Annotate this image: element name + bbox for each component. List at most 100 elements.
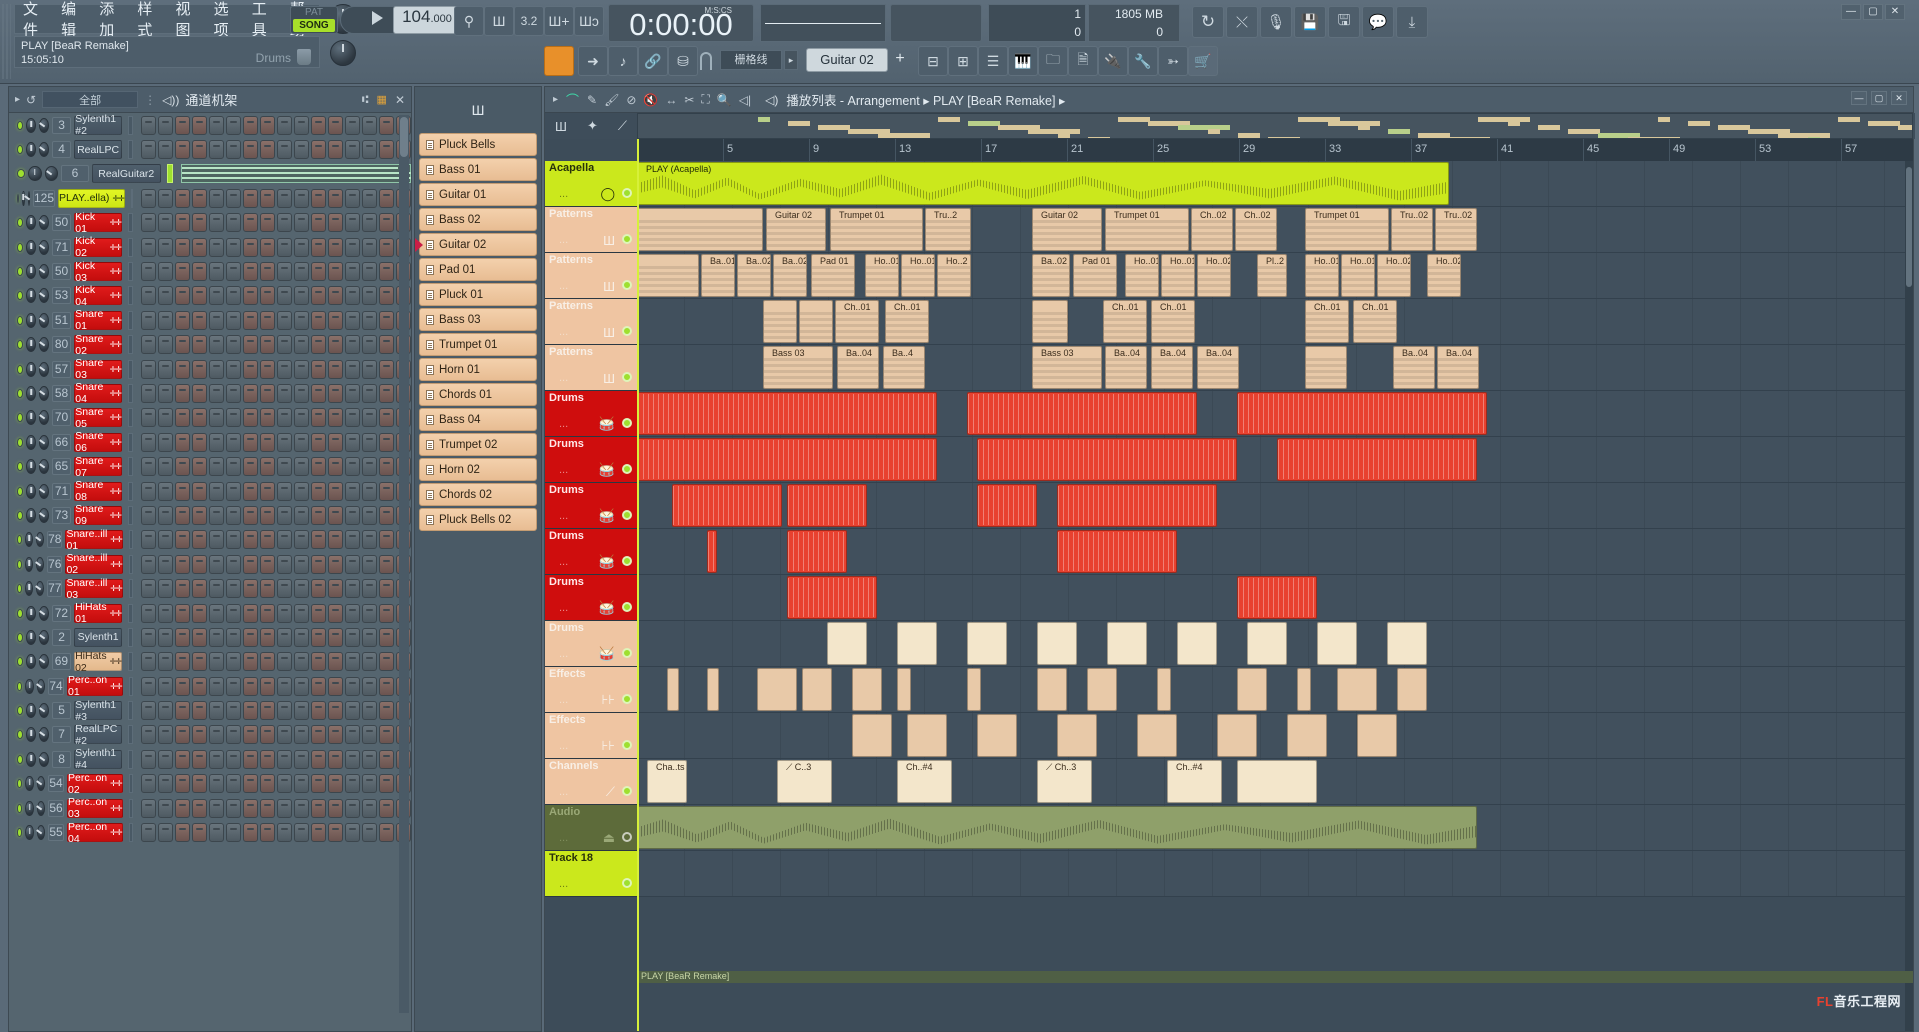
playlist-track[interactable]: Audio... ⏏: [545, 805, 1913, 851]
playlist-clip[interactable]: [1287, 714, 1327, 757]
playlist-clip[interactable]: [637, 254, 699, 297]
breadcrumb[interactable]: 播放列表 - Arrangement ▸ PLAY [BeaR Remake] …: [786, 90, 1065, 109]
playlist-clip[interactable]: ⟋ C..3: [777, 760, 832, 803]
channel-selector[interactable]: [127, 335, 133, 355]
playlist-clip[interactable]: Ho..02: [1197, 254, 1231, 297]
playlist-clip[interactable]: [707, 668, 719, 711]
playlist-track[interactable]: Drums... 🥁: [545, 621, 1913, 667]
channel-selector[interactable]: [127, 481, 133, 501]
channel-pan-knob[interactable]: [36, 800, 45, 816]
channel-row[interactable]: 55 Perc..on 04 ✛✛: [9, 820, 411, 845]
pattern-item[interactable]: Chords 02: [419, 483, 537, 506]
playlist-clip[interactable]: [667, 668, 679, 711]
step-button[interactable]: [242, 701, 258, 721]
step-button[interactable]: [157, 798, 173, 818]
step-button[interactable]: [327, 432, 343, 452]
step-button[interactable]: [242, 676, 258, 696]
playlist-clip[interactable]: Ch..#4: [897, 760, 952, 803]
step-button[interactable]: [242, 359, 258, 379]
channel-volume-knob[interactable]: [26, 727, 37, 743]
step-button[interactable]: [310, 676, 326, 696]
playlist-clip[interactable]: Ho..01: [865, 254, 899, 297]
step-button[interactable]: [310, 408, 326, 428]
step-button[interactable]: [259, 335, 275, 355]
step-button[interactable]: [157, 115, 173, 135]
step-button[interactable]: [378, 505, 394, 525]
step-button[interactable]: [174, 554, 190, 574]
pattern-item[interactable]: Bass 03: [419, 308, 537, 331]
track-header[interactable]: Drums... 🥁: [545, 391, 637, 437]
channel-mixer-number[interactable]: 71: [51, 482, 72, 500]
step-button[interactable]: [208, 237, 224, 257]
step-sequence[interactable]: [140, 237, 411, 257]
step-button[interactable]: [242, 481, 258, 501]
step-sequence[interactable]: [140, 749, 411, 769]
zoom-icon[interactable]: 🔍: [717, 93, 732, 107]
step-button[interactable]: [277, 652, 292, 672]
step-sequence[interactable]: [140, 408, 411, 428]
playlist-track[interactable]: Drums... 🥁: [545, 391, 1913, 437]
playlist-clip[interactable]: [1305, 346, 1347, 389]
step-sequence[interactable]: [140, 701, 411, 721]
step-button[interactable]: [345, 603, 360, 623]
step-button[interactable]: [276, 774, 292, 794]
step-button[interactable]: [174, 530, 190, 550]
step-button[interactable]: [361, 579, 377, 599]
playlist-clip[interactable]: [897, 622, 937, 665]
step-button[interactable]: [140, 749, 156, 769]
channel-selector[interactable]: [128, 579, 133, 599]
step-button[interactable]: [293, 481, 309, 501]
channel-mixer-number[interactable]: 80: [51, 336, 72, 354]
channel-row[interactable]: 50 Kick 01 ✛✛: [9, 211, 411, 235]
step-button[interactable]: [293, 627, 309, 647]
step-button[interactable]: [259, 627, 275, 647]
track-menu-dots[interactable]: ...: [559, 372, 568, 384]
step-button[interactable]: [276, 383, 292, 403]
track-enable-led[interactable]: [622, 786, 632, 796]
step-sequence[interactable]: [140, 798, 411, 818]
step-button[interactable]: [157, 335, 173, 355]
step-button[interactable]: [157, 457, 173, 477]
step-button[interactable]: [361, 408, 377, 428]
step-button[interactable]: [293, 286, 309, 306]
step-button[interactable]: [157, 554, 173, 574]
channel-selector[interactable]: [127, 383, 133, 403]
step-button[interactable]: [311, 652, 326, 672]
channel-name-button[interactable]: Snare..ill 03 ✛✛: [65, 577, 123, 601]
step-button[interactable]: [191, 823, 207, 843]
step-button[interactable]: [242, 457, 258, 477]
step-button[interactable]: [174, 676, 190, 696]
track-enable-led[interactable]: [622, 832, 632, 842]
step-button[interactable]: [191, 140, 207, 160]
playlist-maximize-button[interactable]: ▢: [1871, 91, 1887, 105]
step-button[interactable]: [276, 627, 292, 647]
step-button[interactable]: [276, 213, 292, 233]
playlist-clip[interactable]: Ho..01: [1341, 254, 1375, 297]
playlist-clip[interactable]: [1107, 622, 1147, 665]
step-sequence[interactable]: [140, 725, 411, 745]
playlist-tool-icons[interactable]: ✎ 🖌 ⊘ 🔇 ↔ ✂ ⛶ 🔍 ◁|: [587, 92, 751, 107]
step-button[interactable]: [208, 115, 224, 135]
step-button[interactable]: [361, 774, 377, 794]
channel-pan-knob[interactable]: [39, 337, 49, 353]
step-button[interactable]: [157, 701, 173, 721]
step-button[interactable]: [242, 213, 258, 233]
step-button[interactable]: [242, 579, 258, 599]
playlist-clip[interactable]: [637, 806, 1477, 849]
pattern-item[interactable]: Pluck 01: [419, 283, 537, 306]
step-button[interactable]: [242, 140, 258, 160]
step-button[interactable]: [140, 457, 156, 477]
channel-pan-knob[interactable]: [39, 385, 49, 401]
track-header[interactable]: Audio... ⏏: [545, 805, 637, 851]
playlist-clip[interactable]: Trumpet 01: [830, 208, 923, 251]
audio-clip-strip[interactable]: PLAY [BeaR Remake]: [637, 971, 1913, 983]
channel-pan-knob[interactable]: [39, 459, 49, 475]
step-button[interactable]: [225, 457, 241, 477]
channel-pan-knob[interactable]: [39, 142, 49, 158]
step-button[interactable]: [276, 335, 292, 355]
step-button[interactable]: [344, 676, 360, 696]
channel-row[interactable]: 65 Snare 07 ✛✛: [9, 454, 411, 479]
channel-pan-knob[interactable]: [38, 654, 49, 670]
step-button[interactable]: [378, 725, 394, 745]
step-sequence[interactable]: [140, 213, 411, 233]
